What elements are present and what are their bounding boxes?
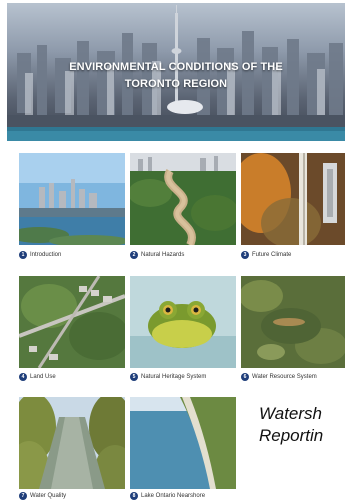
section-2-number-badge: 2: [130, 251, 138, 259]
section-6-water-resource-image[interactable]: [241, 276, 345, 368]
hero-banner: ENVIRONMENTAL CONDITIONS OF THE TORONTO …: [7, 3, 345, 141]
section-3-label: Future Climate: [252, 252, 292, 258]
section-5-label: Natural Heritage System: [141, 374, 207, 380]
section-2-label: Natural Hazards: [141, 252, 185, 258]
hero-title-line2: TORONTO REGION: [124, 78, 228, 90]
section-5-natural-heritage-image[interactable]: [130, 276, 236, 368]
section-7-label: Water Quality: [30, 493, 67, 499]
section-2-natural-hazards-image[interactable]: [130, 153, 236, 245]
section-1-number-badge: 1: [19, 251, 27, 259]
section-3-future-climate-image[interactable]: [241, 153, 345, 245]
section-4-land-use-image[interactable]: [19, 276, 125, 368]
hero-title-line1: ENVIRONMENTAL CONDITIONS OF THE: [69, 61, 283, 73]
section-8-label: Lake Ontario Nearshore: [141, 493, 206, 499]
section-5-caption[interactable]: 5 Natural Heritage System: [130, 371, 206, 383]
section-6-caption[interactable]: 6 Water Resource System: [241, 371, 317, 383]
section-6-label: Water Resource System: [252, 374, 317, 380]
section-4-caption[interactable]: 4 Land Use: [19, 371, 56, 383]
section-3-caption[interactable]: 3 Future Climate: [241, 249, 291, 261]
section-8-number-badge: 8: [130, 492, 138, 500]
section-7-number-badge: 7: [19, 492, 27, 500]
section-4-number-badge: 4: [19, 373, 27, 381]
section-2-caption[interactable]: 2 Natural Hazards: [130, 249, 184, 261]
section-4-label: Land Use: [30, 374, 56, 380]
watershed-text-line2: Reportin: [259, 426, 324, 445]
section-8-lake-ontario-image[interactable]: [130, 397, 236, 489]
section-7-water-quality-image[interactable]: [19, 397, 125, 489]
section-6-number-badge: 6: [241, 373, 249, 381]
section-1-caption[interactable]: 1 Introduction: [19, 249, 61, 261]
section-3-number-badge: 3: [241, 251, 249, 259]
watershed-text-line1: Watersh: [259, 404, 322, 423]
section-1-introduction-image[interactable]: [19, 153, 125, 245]
section-7-caption[interactable]: 7 Water Quality: [19, 490, 66, 502]
section-1-label: Introduction: [30, 252, 62, 258]
section-8-caption[interactable]: 8 Lake Ontario Nearshore: [130, 490, 205, 502]
section-5-number-badge: 5: [130, 373, 138, 381]
